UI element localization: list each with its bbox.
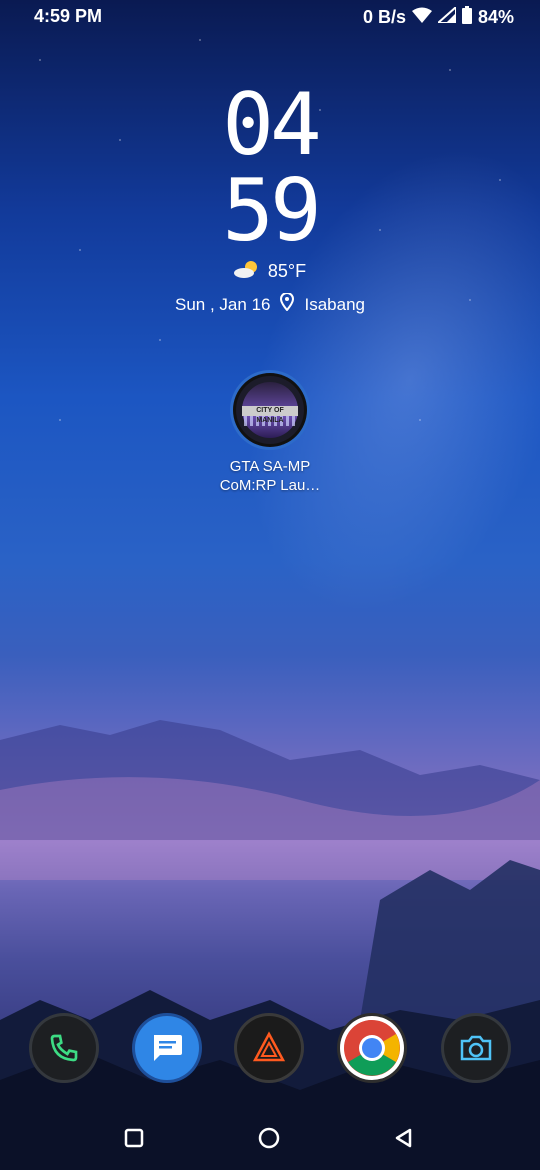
chrome-icon[interactable]: [340, 1016, 404, 1080]
back-button[interactable]: [384, 1118, 424, 1158]
messages-icon[interactable]: [135, 1016, 199, 1080]
aura-icon[interactable]: [237, 1016, 301, 1080]
app-label-line2: CoM:RP Lau…: [219, 477, 321, 494]
recents-button[interactable]: [114, 1118, 154, 1158]
app-label-line1: GTA SA-MP: [229, 458, 311, 475]
phone-icon[interactable]: [32, 1016, 96, 1080]
city-of-manila-icon[interactable]: CITY OF MANILA: [236, 376, 304, 444]
clock-minutes[interactable]: 59: [0, 168, 540, 254]
date-location[interactable]: Sun , Jan 16 Isabang: [0, 292, 540, 316]
temperature: 85°F: [267, 261, 307, 281]
network-speed: 0 B/s: [362, 7, 406, 27]
location-pin-icon: [280, 292, 295, 316]
wifi-icon: [411, 7, 432, 28]
app-label[interactable]: GTA SA-MP CoM:RP Lau…: [170, 457, 370, 495]
battery-percent: 84%: [477, 7, 514, 27]
navigation-bar: [0, 1118, 540, 1158]
battery-icon: [461, 6, 472, 29]
weather-widget[interactable]: 85°F: [0, 260, 540, 283]
clock-hours[interactable]: 04: [0, 82, 540, 168]
location-text: Isabang: [304, 294, 365, 314]
camera-icon[interactable]: [444, 1016, 508, 1080]
app-icon-text: CITY OF MANILA: [242, 406, 298, 424]
signal-icon: [435, 4, 457, 28]
wallpaper-mountains: [0, 720, 540, 1170]
partly-cloudy-icon: [233, 260, 260, 283]
date-text: Sun , Jan 16: [175, 294, 271, 314]
home-button[interactable]: [249, 1118, 289, 1158]
status-time: 4:59 PM: [34, 6, 103, 26]
dock: [0, 1016, 540, 1088]
status-indicators: 0 B/s 84%: [362, 4, 514, 29]
status-bar: 4:59 PM 0 B/s 84%: [0, 0, 540, 32]
